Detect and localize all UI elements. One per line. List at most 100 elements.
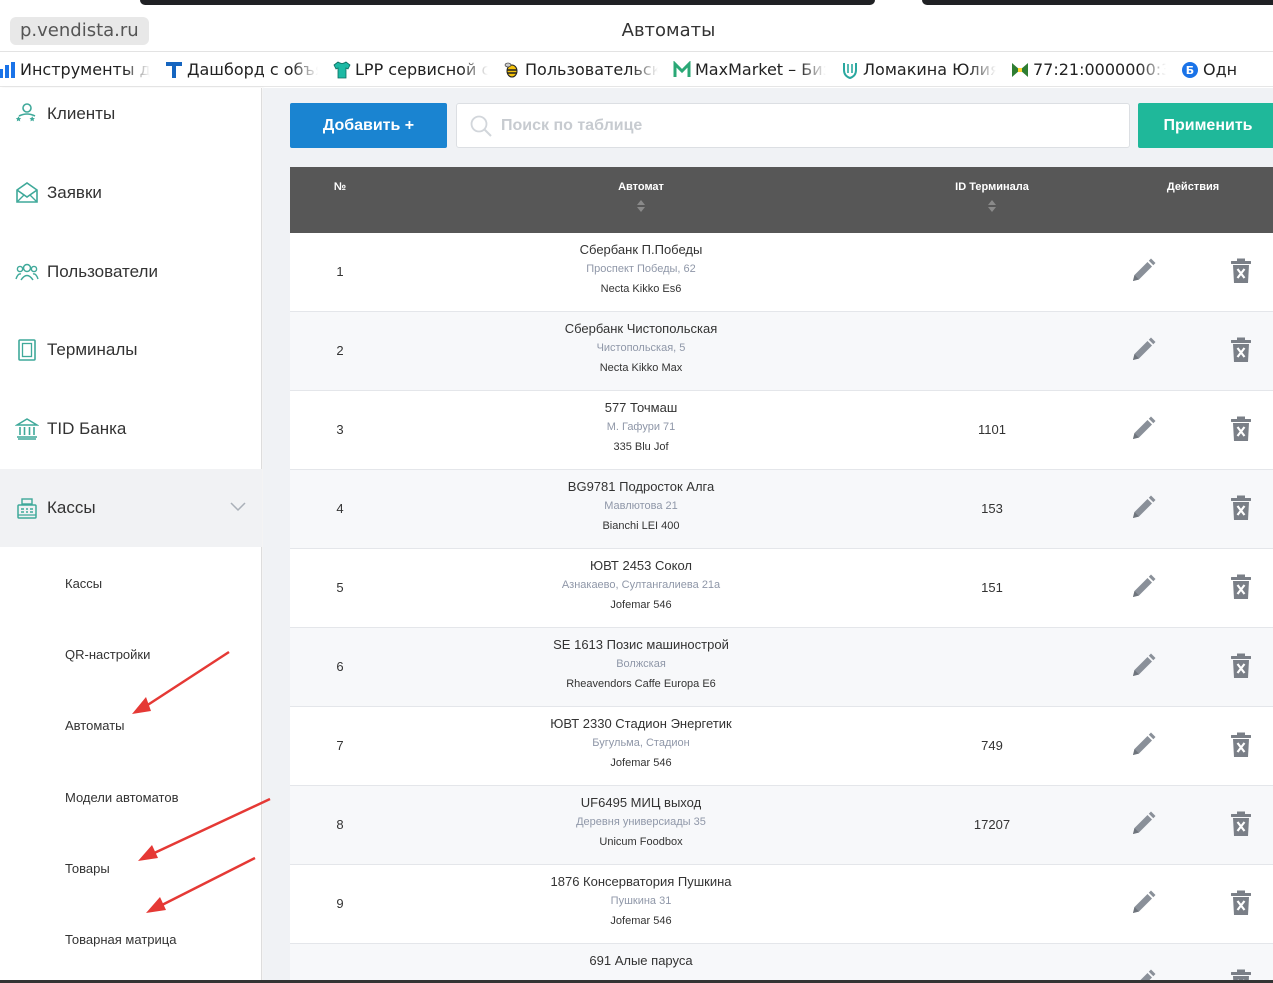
- table-row[interactable]: 7 ЮВТ 2330 Стадион Энергетик Бугульма, Ста…: [290, 707, 1273, 786]
- sidebar: Клиенты Заявки Пользователи Терминалы TI…: [0, 88, 262, 983]
- delete-icon[interactable]: [1230, 337, 1252, 363]
- automat-name: 577 Точмаш: [604, 400, 678, 415]
- cash-register-icon: [14, 495, 40, 521]
- delete-icon[interactable]: [1230, 811, 1252, 837]
- automat-address: Проспект Победы, 62: [586, 263, 696, 275]
- bookmark-item[interactable]: MaxMarket – Бизн: [673, 60, 826, 79]
- table-row[interactable]: 8 UF6495 МИЦ выход Деревня универсиады 35 U…: [290, 786, 1273, 865]
- automat-model: Jofemar 546: [610, 599, 672, 611]
- delete-icon[interactable]: [1230, 574, 1252, 600]
- table-row[interactable]: 3 577 Точмаш М. Гафури 71 335 Blu Jof 1101: [290, 391, 1273, 470]
- automat-cell: ЮВТ 2330 Стадион Энергетик Бугульма, Стад…: [440, 716, 842, 770]
- table-row[interactable]: 1 Сбербанк П.Победы Проспект Победы, 62 Nec…: [290, 233, 1273, 312]
- table-body: 1 Сбербанк П.Победы Проспект Победы, 62 Nec…: [290, 233, 1273, 983]
- edit-icon[interactable]: [1130, 653, 1156, 679]
- sidebar-item-requests[interactable]: Заявки: [0, 154, 262, 232]
- delete-icon[interactable]: [1230, 890, 1252, 916]
- edit-icon[interactable]: [1130, 574, 1156, 600]
- automat-cell: 1876 Консерватория Пушкина Пушкина 31 Jofe…: [440, 874, 842, 928]
- sidebar-item-users[interactable]: Пользователи: [0, 233, 262, 311]
- column-header-label: Автомат: [618, 181, 664, 193]
- bookmark-item[interactable]: Б Одн: [1181, 60, 1263, 79]
- automat-address: Деревня универсиады 35: [576, 816, 706, 828]
- column-header-tid[interactable]: ID Терминала: [932, 181, 1052, 213]
- sidebar-item-label: Пользователи: [47, 262, 158, 281]
- terminal-id: 749: [981, 738, 1003, 753]
- bookmark-label: Ломакина Юлия В: [863, 60, 996, 79]
- edit-icon[interactable]: [1130, 890, 1156, 916]
- edit-icon[interactable]: [1130, 258, 1156, 284]
- table-row[interactable]: 9 1876 Консерватория Пушкина Пушкина 31 Jof…: [290, 865, 1273, 944]
- terminal-id: 151: [981, 580, 1003, 595]
- row-number: 8: [336, 817, 344, 832]
- add-button[interactable]: Добавить +: [290, 103, 447, 148]
- terminal-id: 17207: [973, 817, 1011, 832]
- bookmark-item[interactable]: Ломакина Юлия В: [841, 60, 996, 79]
- app-root: p.vendista.ru Автоматы Инструменты дляДа…: [0, 0, 1273, 983]
- automat-name: Сбербанк Чистопольская: [564, 321, 718, 336]
- table-row[interactable]: 691 Алые паруса: [290, 944, 1273, 983]
- sort-icon[interactable]: [987, 199, 997, 213]
- column-header-label: ID Терминала: [955, 181, 1029, 193]
- table-header: № Автомат ID Терминала Действия: [290, 167, 1273, 233]
- b-circle-icon: Б: [1181, 61, 1199, 79]
- delete-icon[interactable]: [1230, 495, 1252, 521]
- submenu-item-automat-models[interactable]: Модели автоматов: [65, 790, 178, 805]
- automat-model: Bianchi LEI 400: [602, 520, 680, 532]
- edit-icon[interactable]: [1130, 495, 1156, 521]
- edit-icon[interactable]: [1130, 337, 1156, 363]
- sidebar-item-cash-registers[interactable]: Кассы: [0, 469, 262, 547]
- search-input[interactable]: [501, 116, 1101, 135]
- automat-address: Чистопольская, 5: [596, 342, 686, 354]
- submenu-item-cash-registers[interactable]: Кассы: [65, 576, 102, 591]
- automat-model: 335 Blu Jof: [613, 441, 669, 453]
- delete-icon[interactable]: [1230, 653, 1252, 679]
- submenu-item-products[interactable]: Товары: [65, 861, 110, 876]
- sidebar-item-label: Клиенты: [47, 104, 116, 123]
- browser-tab[interactable]: [922, 0, 1273, 5]
- submenu-item-product-matrix[interactable]: Товарная матрица: [65, 932, 176, 947]
- table-row[interactable]: 6 SE 1613 Позис машинострой Волжская Rheave…: [290, 628, 1273, 707]
- table-row[interactable]: 4 BG9781 Подросток Алга Мавлютова 21 Bianch…: [290, 470, 1273, 549]
- automat-cell: Сбербанк Чистопольская Чистопольская, 5 Ne…: [440, 321, 842, 375]
- sort-icon[interactable]: [636, 199, 646, 213]
- delete-icon[interactable]: [1230, 258, 1252, 284]
- delete-icon[interactable]: [1230, 732, 1252, 758]
- browser-tab[interactable]: [140, 0, 875, 5]
- sidebar-item-tid-bank[interactable]: TID Банка: [0, 390, 262, 468]
- column-header-automat[interactable]: Автомат: [440, 181, 842, 213]
- table-row[interactable]: 2 Сбербанк Чистопольская Чистопольская, 5 N…: [290, 312, 1273, 391]
- delete-icon[interactable]: [1230, 416, 1252, 442]
- bookmark-label: Пользовательски: [525, 60, 658, 79]
- automat-address: Пушкина 31: [610, 895, 672, 907]
- automat-model: Unicum Foodbox: [599, 836, 683, 848]
- bookmark-item[interactable]: Пользовательски: [503, 60, 658, 79]
- automat-model: Necta Kikko Max: [599, 362, 683, 374]
- chevron-down-icon[interactable]: [230, 499, 246, 517]
- main-content: Добавить + Применить № Автомат ID Термин…: [263, 88, 1273, 983]
- submenu-item-automats[interactable]: Автоматы: [65, 718, 125, 733]
- submenu-item-qr-settings[interactable]: QR-настройки: [65, 647, 150, 662]
- apply-button[interactable]: Применить: [1138, 103, 1273, 148]
- row-number: 4: [336, 501, 344, 516]
- automat-cell: BG9781 Подросток Алга Мавлютова 21 Bianchi…: [440, 479, 842, 533]
- terminal-id: 153: [981, 501, 1003, 516]
- maxmarket-icon: [673, 60, 691, 79]
- sidebar-item-clients[interactable]: Клиенты: [0, 75, 262, 153]
- edit-icon[interactable]: [1130, 416, 1156, 442]
- edit-icon[interactable]: [1130, 811, 1156, 837]
- automat-cell: 691 Алые паруса: [440, 953, 842, 976]
- shield-icon: [841, 61, 859, 79]
- table-row[interactable]: 5 ЮВТ 2453 Сокол Азнакаево, Султангалиева …: [290, 549, 1273, 628]
- edit-icon[interactable]: [1130, 732, 1156, 758]
- bee-icon: [503, 61, 521, 79]
- bookmark-item[interactable]: 77:21:0000000:305: [1011, 60, 1166, 79]
- bank-icon: [14, 416, 40, 442]
- browser-tab-strip: [0, 0, 1273, 10]
- bookmark-item[interactable]: LPP сервисной слу: [333, 60, 488, 79]
- automat-name: 1876 Консерватория Пушкина: [550, 874, 732, 889]
- terminal-id: 1101: [978, 422, 1006, 437]
- automat-name: ЮВТ 2453 Сокол: [589, 558, 692, 573]
- sidebar-item-terminals[interactable]: Терминалы: [0, 311, 262, 389]
- row-number: 5: [336, 580, 344, 595]
